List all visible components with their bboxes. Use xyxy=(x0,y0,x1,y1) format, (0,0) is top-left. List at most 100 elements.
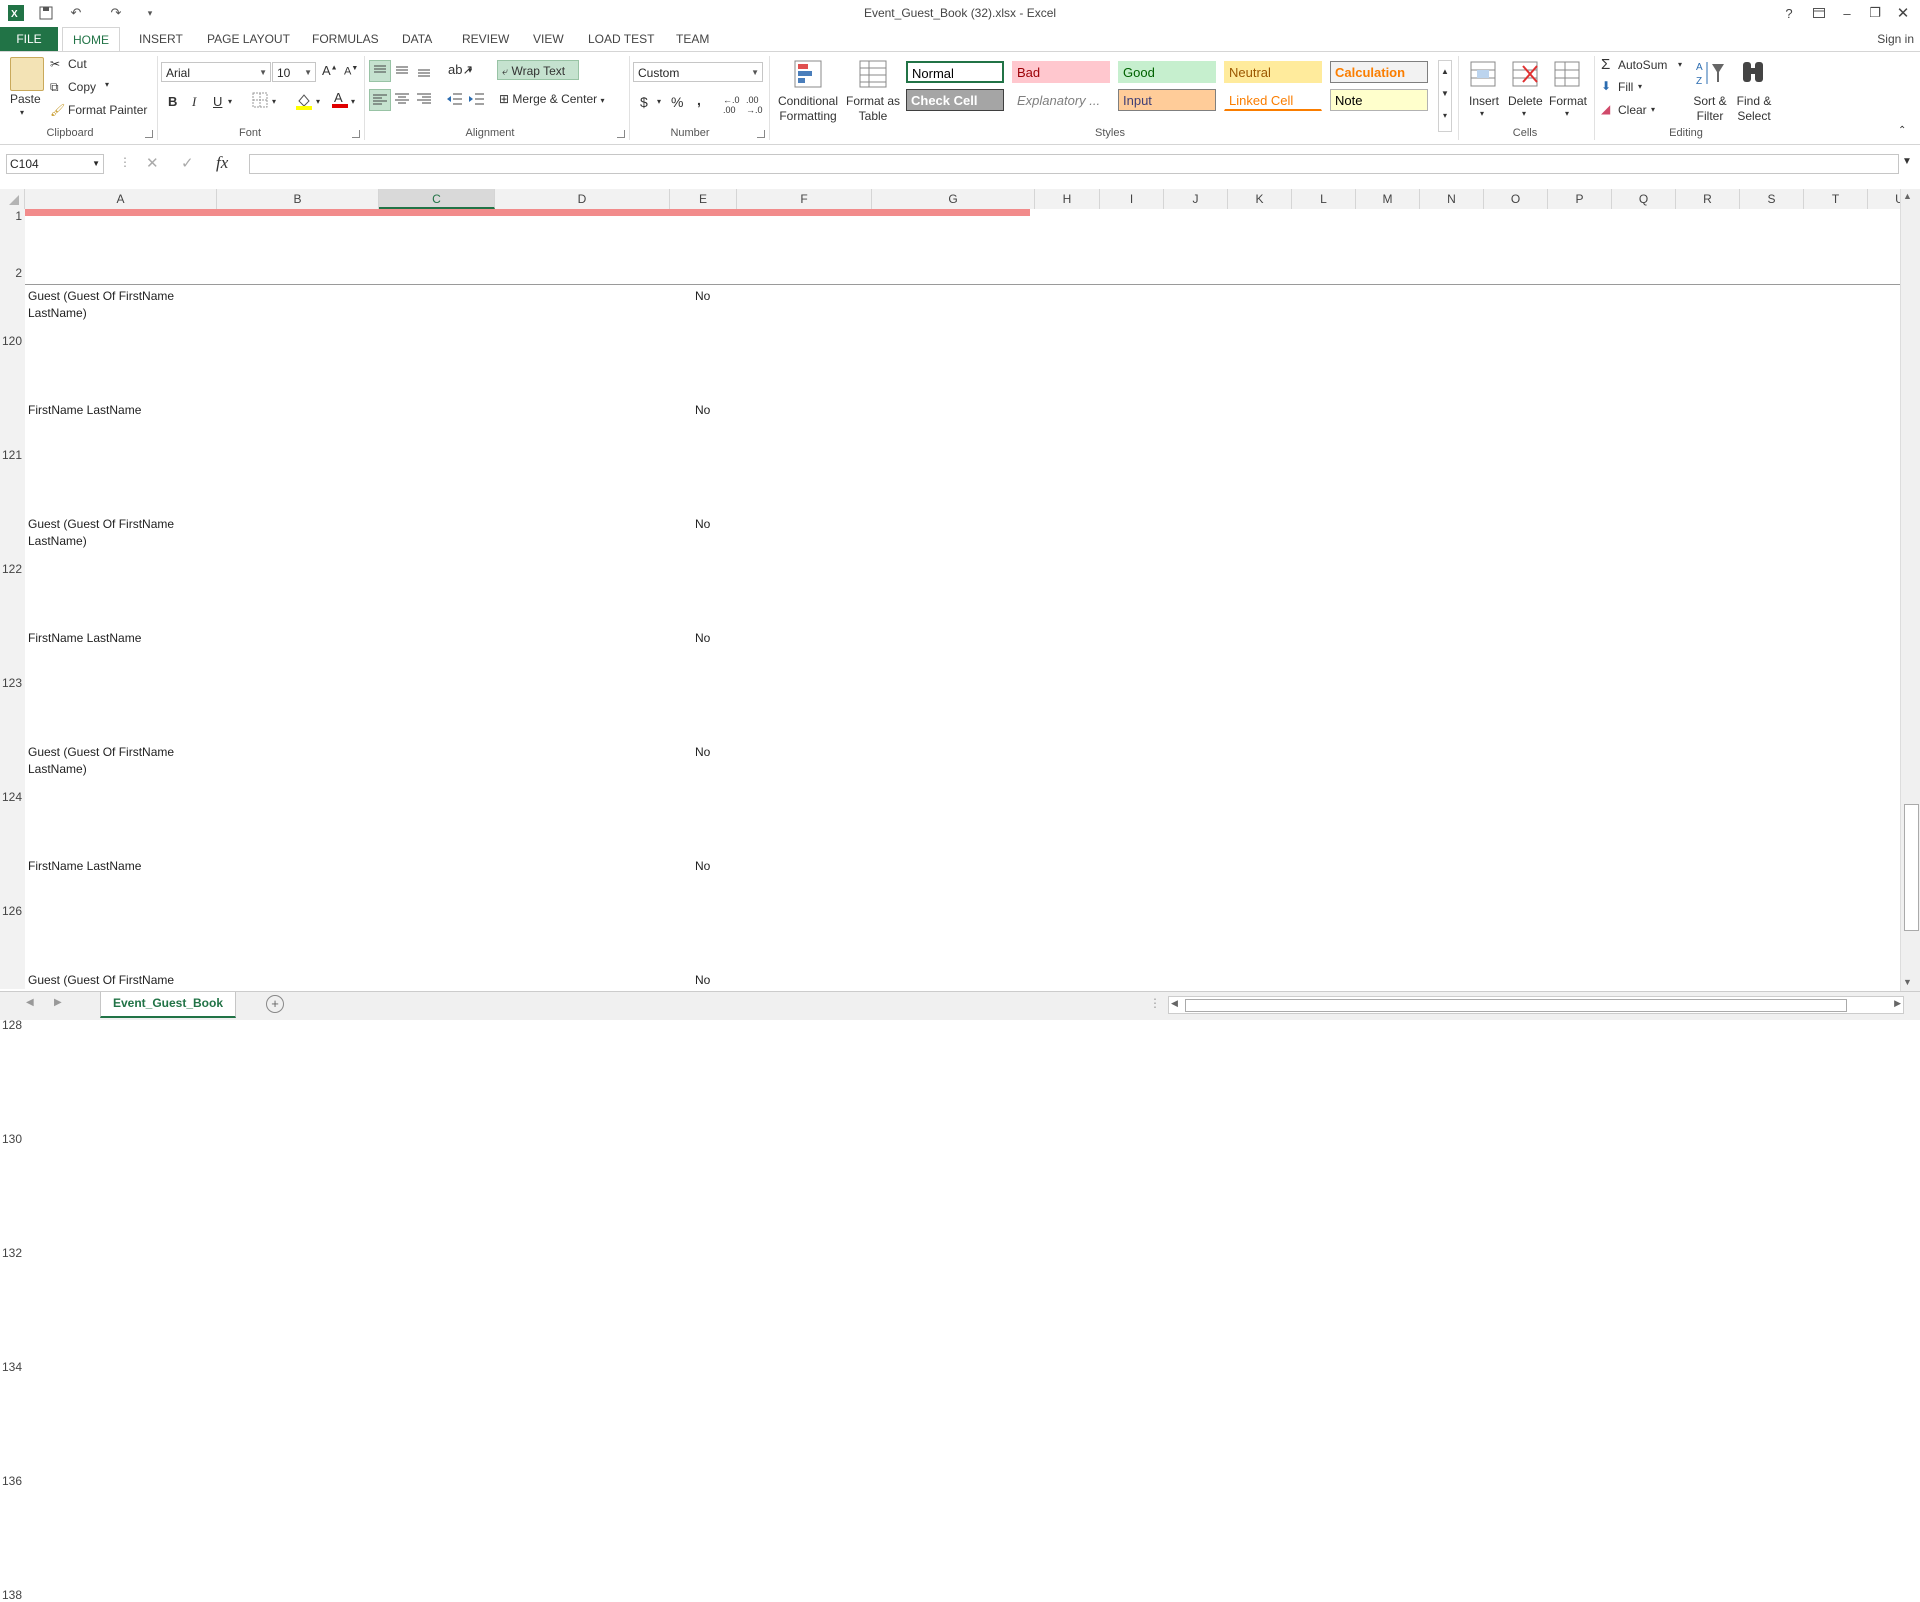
align-right-icon[interactable] xyxy=(414,89,434,112)
align-left-icon[interactable] xyxy=(369,89,391,111)
tab-team[interactable]: TEAM xyxy=(666,27,719,51)
format-painter-button[interactable]: Format Painter xyxy=(68,103,147,117)
font-color-dropdown-icon[interactable]: ▾ xyxy=(351,97,355,106)
name-box[interactable]: C104 ▼ xyxy=(6,154,104,174)
percent-button[interactable]: % xyxy=(671,94,683,110)
column-header-e[interactable]: E xyxy=(670,189,737,209)
copy-dropdown-icon[interactable]: ▾ xyxy=(105,80,109,89)
copy-button[interactable]: Copy xyxy=(68,80,96,94)
paste-icon[interactable] xyxy=(10,57,44,91)
restore-icon[interactable]: ❐ xyxy=(1862,2,1888,24)
clear-icon[interactable]: ◢ xyxy=(1601,102,1610,116)
styles-scroll-icon[interactable]: ▲ ▼ ▾ xyxy=(1438,60,1452,132)
fill-color-dropdown-icon[interactable]: ▾ xyxy=(316,97,320,106)
column-header-r[interactable]: R xyxy=(1676,189,1740,209)
wrap-text-button[interactable]: ⤶ Wrap Text xyxy=(497,60,579,80)
font-name-combo[interactable]: Arial ▼ xyxy=(161,62,271,82)
scroll-down-icon[interactable]: ▼ xyxy=(1903,977,1912,987)
guest-name-cell[interactable]: Guest (Guest Of FirstName LastName) xyxy=(28,972,213,989)
insert-cells-icon[interactable] xyxy=(1467,58,1499,90)
cancel-entry-icon[interactable]: ✕ xyxy=(146,154,159,172)
underline-dropdown-icon[interactable]: ▾ xyxy=(228,97,232,106)
column-header-b[interactable]: B xyxy=(217,189,379,209)
middle-align-icon[interactable] xyxy=(392,60,412,83)
tab-home[interactable]: HOME xyxy=(62,27,120,52)
conditional-formatting-icon[interactable] xyxy=(792,58,824,90)
clear-button[interactable]: Clear xyxy=(1618,103,1647,117)
select-all-corner[interactable] xyxy=(0,189,25,209)
borders-icon[interactable] xyxy=(252,92,268,111)
status-cell[interactable]: No xyxy=(695,972,710,989)
bottom-align-icon[interactable] xyxy=(414,60,434,83)
cell-style-good[interactable]: Good xyxy=(1118,61,1216,83)
column-header-i[interactable]: I xyxy=(1100,189,1164,209)
clipboard-launcher-icon[interactable] xyxy=(145,130,153,138)
increase-indent-icon[interactable] xyxy=(467,89,487,112)
tab-split-grip-icon[interactable]: ⋮ xyxy=(1149,996,1161,1010)
format-as-table-icon[interactable] xyxy=(857,58,889,90)
font-name-dropdown-icon[interactable]: ▼ xyxy=(259,63,267,83)
currency-button[interactable]: $ xyxy=(640,94,648,110)
close-icon[interactable]: ✕ xyxy=(1890,2,1916,24)
column-header-g[interactable]: G xyxy=(872,189,1035,209)
row-header[interactable]: 130 xyxy=(0,1132,24,1146)
cell-style-explanatory[interactable]: Explanatory ... xyxy=(1012,89,1110,111)
tab-formulas[interactable]: FORMULAS xyxy=(302,27,389,51)
number-format-combo[interactable]: Custom ▼ xyxy=(633,62,763,82)
insert-dropdown-icon[interactable]: ▾ xyxy=(1480,109,1484,118)
increase-decimal-icon[interactable]: ←.0.00 xyxy=(723,95,740,115)
column-header-s[interactable]: S xyxy=(1740,189,1804,209)
row-header[interactable]: 121 xyxy=(0,448,24,462)
row-header[interactable]: 138 xyxy=(0,1588,24,1602)
column-header-p[interactable]: P xyxy=(1548,189,1612,209)
column-header-q[interactable]: Q xyxy=(1612,189,1676,209)
orientation-dropdown-icon[interactable]: ▾ xyxy=(468,66,472,75)
next-sheet-icon[interactable]: ▶ xyxy=(54,997,62,1008)
paste-button[interactable]: Paste xyxy=(10,92,41,106)
top-align-icon[interactable] xyxy=(369,60,391,82)
fill-dropdown-icon[interactable]: ▾ xyxy=(1638,82,1642,91)
underline-button[interactable]: U xyxy=(213,94,222,109)
conditional-formatting-button[interactable]: Conditional Formatting xyxy=(776,94,840,124)
status-cell[interactable]: No xyxy=(695,516,710,533)
fill-color-icon[interactable] xyxy=(295,92,313,113)
guest-name-cell[interactable]: Guest (Guest Of FirstName LastName) xyxy=(28,516,213,550)
tab-review[interactable]: REVIEW xyxy=(452,27,519,51)
autosum-button[interactable]: AutoSum xyxy=(1618,58,1667,72)
font-size-dropdown-icon[interactable]: ▼ xyxy=(304,63,312,83)
tab-insert[interactable]: INSERT xyxy=(129,27,193,51)
scroll-up-icon[interactable]: ▲ xyxy=(1903,191,1912,201)
tab-load-test[interactable]: LOAD TEST xyxy=(578,27,664,51)
merge-center-dropdown-icon[interactable]: ▾ xyxy=(600,96,604,105)
alignment-launcher-icon[interactable] xyxy=(617,130,625,138)
row-header[interactable]: 128 xyxy=(0,1018,24,1032)
row-header[interactable]: 122 xyxy=(0,562,24,576)
merge-center-button[interactable]: ⊞ Merge & Center ▾ xyxy=(499,92,604,106)
delete-cells-button[interactable]: Delete xyxy=(1508,94,1543,108)
horizontal-scroll-thumb[interactable] xyxy=(1185,999,1847,1012)
cell-style-bad[interactable]: Bad xyxy=(1012,61,1110,83)
sign-in-link[interactable]: Sign in xyxy=(1877,27,1914,51)
format-as-table-button[interactable]: Format as Table xyxy=(843,94,903,124)
row-header-frozen[interactable]: 1 xyxy=(0,209,24,223)
fill-icon[interactable]: ⬇ xyxy=(1601,79,1611,93)
horizontal-scrollbar[interactable]: ◀ ▶ xyxy=(1168,996,1904,1014)
increase-font-size-icon[interactable]: A▲ xyxy=(322,63,338,78)
tab-file[interactable]: FILE xyxy=(0,27,58,51)
number-format-dropdown-icon[interactable]: ▼ xyxy=(751,63,759,83)
decrease-indent-icon[interactable] xyxy=(445,89,465,112)
currency-dropdown-icon[interactable]: ▾ xyxy=(657,97,661,106)
find-select-button[interactable]: Find & Select xyxy=(1733,94,1775,124)
row-header-frozen[interactable]: 2 xyxy=(0,266,24,280)
row-header[interactable]: 134 xyxy=(0,1360,24,1374)
cell-style-calculation[interactable]: Calculation xyxy=(1330,61,1428,83)
cell-grid[interactable]: Guest (Guest Of FirstName LastName) No Fir… xyxy=(25,209,1900,989)
cell-style-input[interactable]: Input xyxy=(1118,89,1216,111)
scroll-left-icon[interactable]: ◀ xyxy=(1171,998,1178,1009)
fill-button[interactable]: Fill xyxy=(1618,80,1633,94)
format-dropdown-icon[interactable]: ▾ xyxy=(1565,109,1569,118)
expand-formula-bar-icon[interactable]: ▼ xyxy=(1902,156,1912,167)
sort-filter-icon[interactable]: AZ xyxy=(1694,58,1726,90)
status-cell[interactable]: No xyxy=(695,402,710,419)
column-header-k[interactable]: K xyxy=(1228,189,1292,209)
